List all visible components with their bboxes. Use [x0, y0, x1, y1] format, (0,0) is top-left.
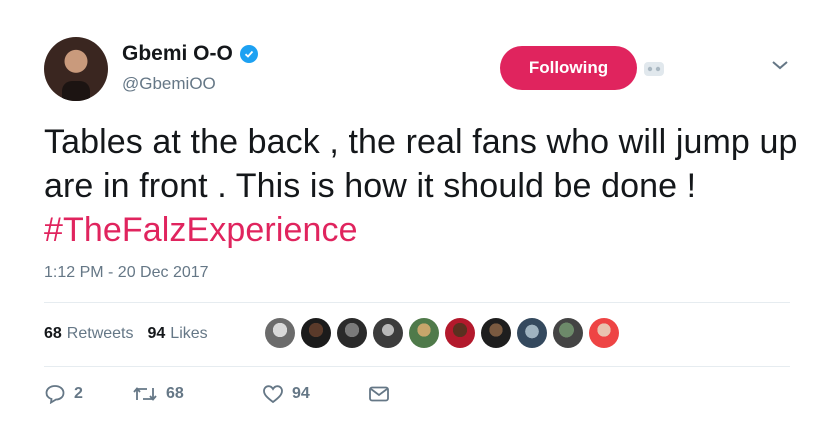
like-count: 94: [292, 385, 310, 402]
message-action[interactable]: [368, 385, 390, 403]
chevron-down-icon[interactable]: [770, 58, 790, 72]
liker-avatar[interactable]: [337, 318, 367, 348]
tweet-text: Tables at the back , the real fans who w…: [44, 120, 804, 252]
tweet-actions: 2 68 94: [44, 384, 390, 404]
liker-avatar[interactable]: [445, 318, 475, 348]
tweet-stats: 68 Retweets 94 Likes: [44, 325, 222, 343]
avatar[interactable]: [44, 37, 108, 101]
retweet-icon: [132, 384, 158, 404]
following-button[interactable]: Following: [500, 46, 637, 90]
divider: [44, 302, 790, 303]
tweet-body: Tables at the back , the real fans who w…: [44, 123, 798, 205]
following-button-label: Following: [528, 58, 609, 77]
reply-action[interactable]: 2: [44, 384, 132, 404]
liker-avatars: [265, 318, 619, 348]
like-action[interactable]: 94: [262, 384, 368, 404]
retweet-action[interactable]: 68: [132, 384, 262, 404]
bot-icon: [643, 61, 665, 77]
liker-avatar[interactable]: [301, 318, 331, 348]
envelope-icon: [368, 385, 390, 403]
handle[interactable]: @GbemiOO: [122, 74, 216, 94]
heart-icon: [262, 384, 284, 404]
retweet-count: 68: [166, 385, 184, 402]
liker-avatar[interactable]: [409, 318, 439, 348]
verified-badge-icon: [239, 45, 258, 63]
likes-count: 94: [147, 325, 166, 342]
reply-count: 2: [74, 385, 83, 402]
liker-avatar[interactable]: [481, 318, 511, 348]
timestamp[interactable]: 1:12 PM - 20 Dec 2017: [44, 264, 209, 282]
liker-avatar[interactable]: [589, 318, 619, 348]
retweets-label: Retweets: [66, 325, 134, 342]
hashtag-link[interactable]: #TheFalzExperience: [44, 211, 358, 249]
likes-stat[interactable]: 94 Likes: [148, 325, 208, 343]
liker-avatar[interactable]: [517, 318, 547, 348]
retweets-count: 68: [44, 325, 62, 342]
retweets-stat[interactable]: 68 Retweets: [44, 325, 134, 343]
likes-label: Likes: [170, 325, 208, 342]
liker-avatar[interactable]: [373, 318, 403, 348]
divider: [44, 366, 790, 367]
liker-avatar[interactable]: [553, 318, 583, 348]
display-name[interactable]: Gbemi O-O: [122, 42, 233, 66]
liker-avatar[interactable]: [265, 318, 295, 348]
reply-icon: [44, 384, 66, 404]
author-name-row: Gbemi O-O: [122, 42, 258, 66]
